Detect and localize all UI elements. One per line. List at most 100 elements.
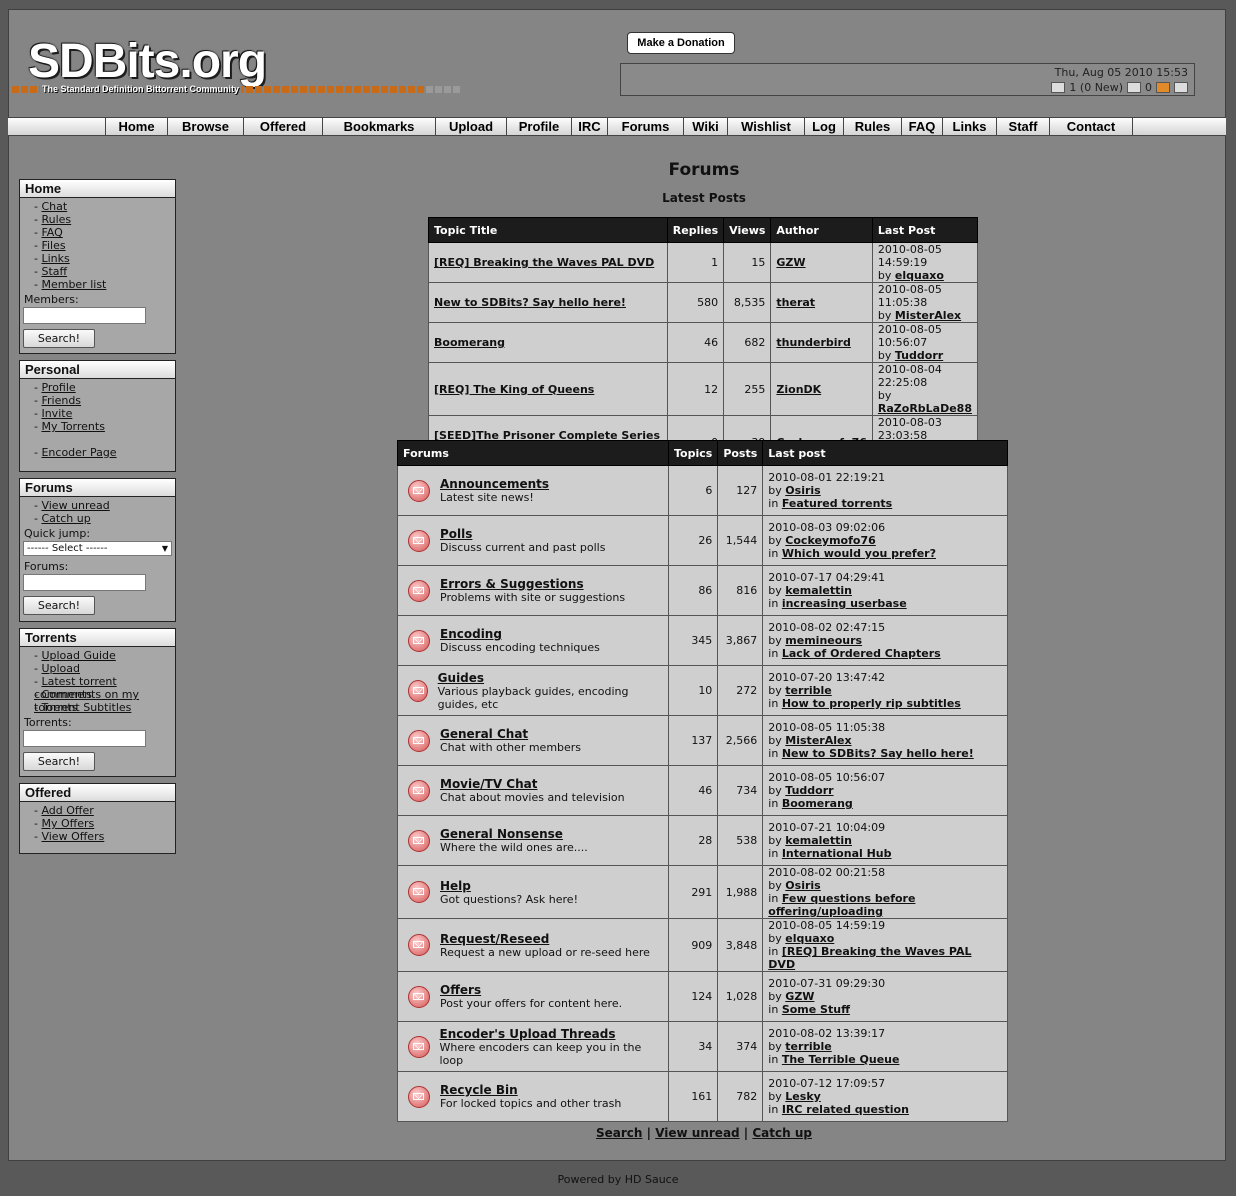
sidebar-link-invite[interactable]: Invite: [41, 407, 72, 420]
quickjump-select[interactable]: ------ Select ------: [23, 541, 172, 556]
nav-links[interactable]: Links: [943, 118, 997, 135]
rss-icon[interactable]: [1156, 82, 1170, 93]
link-catch-up[interactable]: Catch up: [752, 1126, 812, 1140]
nav-offered[interactable]: Offered: [244, 118, 323, 135]
inbox-count[interactable]: 1 (0 New): [1069, 81, 1123, 94]
forum-lastpost-topic[interactable]: Few questions before offering/uploading: [768, 892, 915, 918]
forum-lastpost-user[interactable]: Osiris: [785, 879, 820, 892]
forum-lastpost-topic[interactable]: The Terrible Queue: [782, 1053, 900, 1066]
sidebar-link-files[interactable]: Files: [41, 239, 65, 252]
forum-name-link[interactable]: Request/Reseed: [440, 932, 549, 946]
sidebar-link-rules[interactable]: Rules: [41, 213, 71, 226]
forum-lastpost-topic[interactable]: How to properly rip subtitles: [782, 697, 961, 710]
members-search-button[interactable]: Search!: [23, 329, 95, 348]
sidebar-link-profile[interactable]: Profile: [41, 381, 75, 394]
forum-name-link[interactable]: Movie/TV Chat: [440, 777, 537, 791]
latest-topic-link[interactable]: [REQ] The King of Queens: [434, 383, 594, 396]
nav-forums[interactable]: Forums: [608, 118, 684, 135]
forum-lastpost-user[interactable]: MisterAlex: [785, 734, 851, 747]
nav-wiki[interactable]: Wiki: [684, 118, 728, 135]
sidebar-link-chat[interactable]: Chat: [41, 200, 67, 213]
latest-topic-link[interactable]: New to SDBits? Say hello here!: [434, 296, 626, 309]
link-search[interactable]: Search: [596, 1126, 642, 1140]
nav-upload[interactable]: Upload: [436, 118, 507, 135]
members-search-input[interactable]: [23, 307, 146, 324]
forum-name-link[interactable]: General Chat: [440, 727, 528, 741]
sidebar-link-encoder-page[interactable]: Encoder Page: [41, 446, 116, 459]
forum-lastpost-user[interactable]: terrible: [785, 1040, 831, 1053]
forum-lastpost-topic[interactable]: Which would you prefer?: [782, 547, 936, 560]
nav-bookmarks[interactable]: Bookmarks: [323, 118, 436, 135]
site-logo[interactable]: SDBits.org: [28, 38, 267, 86]
forums-search-input[interactable]: [23, 574, 146, 591]
forum-lastpost-user[interactable]: kemalettin: [785, 834, 852, 847]
latest-topic-link[interactable]: Boomerang: [434, 336, 505, 349]
latest-lastpost-user[interactable]: RaZoRbLaDe88: [878, 402, 972, 415]
nav-home[interactable]: Home: [106, 118, 168, 135]
forum-lastpost-user[interactable]: GZW: [785, 990, 814, 1003]
sidebar-link-add-offer[interactable]: Add Offer: [41, 804, 93, 817]
link-view-unread[interactable]: View unread: [655, 1126, 739, 1140]
latest-topic-link[interactable]: [REQ] Breaking the Waves PAL DVD: [434, 256, 654, 269]
nav-profile[interactable]: Profile: [507, 118, 572, 135]
forum-name-link[interactable]: Help: [440, 879, 471, 893]
sidebar-link-faq[interactable]: FAQ: [41, 226, 62, 239]
forum-lastpost-topic[interactable]: increasing userbase: [782, 597, 907, 610]
forum-lastpost-user[interactable]: Lesky: [785, 1090, 821, 1103]
torrents-search-button[interactable]: Search!: [23, 752, 95, 771]
sidebar-link-torrent-subtitles[interactable]: Torrent Subtitles: [41, 701, 131, 714]
forum-lastpost-user[interactable]: kemalettin: [785, 584, 852, 597]
forum-lastpost-topic[interactable]: Some Stuff: [782, 1003, 850, 1016]
sidebar-link-staff[interactable]: Staff: [41, 265, 67, 278]
latest-author-link[interactable]: thunderbird: [776, 336, 850, 349]
sidebar-link-catch-up[interactable]: Catch up: [41, 512, 90, 525]
nav-faq[interactable]: FAQ: [902, 118, 943, 135]
forum-lastpost-topic[interactable]: Boomerang: [782, 797, 853, 810]
sidebar-link-links[interactable]: Links: [41, 252, 69, 265]
nav-browse[interactable]: Browse: [168, 118, 244, 135]
outbox-icon[interactable]: [1127, 82, 1141, 93]
forum-lastpost-user[interactable]: memineours: [785, 634, 862, 647]
forums-search-button[interactable]: Search!: [23, 596, 95, 615]
forum-name-link[interactable]: General Nonsense: [440, 827, 563, 841]
forum-name-link[interactable]: Errors & Suggestions: [440, 577, 584, 591]
latest-lastpost-user[interactable]: elquaxo: [895, 269, 944, 282]
latest-lastpost-user[interactable]: MisterAlex: [895, 309, 961, 322]
forum-lastpost-topic[interactable]: International Hub: [782, 847, 892, 860]
forum-name-link[interactable]: Offers: [440, 983, 481, 997]
sidebar-link-upload[interactable]: Upload: [41, 662, 80, 675]
nav-rules[interactable]: Rules: [844, 118, 902, 135]
settings-icon[interactable]: [1174, 82, 1188, 93]
forum-name-link[interactable]: Guides: [438, 671, 484, 685]
nav-wishlist[interactable]: Wishlist: [728, 118, 805, 135]
latest-author-link[interactable]: ZionDK: [776, 383, 821, 396]
forum-name-link[interactable]: Announcements: [440, 477, 549, 491]
donate-button[interactable]: Make a Donation: [627, 32, 735, 54]
nav-contact[interactable]: Contact: [1050, 118, 1133, 135]
forum-lastpost-topic[interactable]: IRC related question: [782, 1103, 909, 1116]
torrents-search-input[interactable]: [23, 730, 146, 747]
forum-lastpost-topic[interactable]: New to SDBits? Say hello here!: [782, 747, 974, 760]
sidebar-link-my-offers[interactable]: My Offers: [41, 817, 94, 830]
forum-lastpost-user[interactable]: Tuddorr: [785, 784, 833, 797]
forum-lastpost-user[interactable]: elquaxo: [785, 932, 834, 945]
nav-irc[interactable]: IRC: [572, 118, 608, 135]
latest-author-link[interactable]: therat: [776, 296, 815, 309]
sidebar-link-member-list[interactable]: Member list: [41, 278, 106, 291]
forum-lastpost-user[interactable]: Osiris: [785, 484, 820, 497]
forum-lastpost-topic[interactable]: [REQ] Breaking the Waves PAL DVD: [768, 945, 971, 971]
sidebar-link-view-unread[interactable]: View unread: [41, 499, 109, 512]
latest-lastpost-user[interactable]: Tuddorr: [895, 349, 943, 362]
latest-author-link[interactable]: GZW: [776, 256, 805, 269]
forum-lastpost-user[interactable]: terrible: [785, 684, 831, 697]
forum-name-link[interactable]: Recycle Bin: [440, 1083, 518, 1097]
forum-name-link[interactable]: Polls: [440, 527, 472, 541]
forum-name-link[interactable]: Encoding: [440, 627, 502, 641]
envelope-icon[interactable]: [1051, 82, 1066, 93]
forum-lastpost-topic[interactable]: Lack of Ordered Chapters: [782, 647, 941, 660]
forum-lastpost-user[interactable]: Cockeymofo76: [785, 534, 875, 547]
nav-staff[interactable]: Staff: [997, 118, 1050, 135]
sidebar-link-view-offers[interactable]: View Offers: [41, 830, 104, 843]
forum-name-link[interactable]: Encoder's Upload Threads: [440, 1027, 616, 1041]
sidebar-link-friends[interactable]: Friends: [41, 394, 81, 407]
